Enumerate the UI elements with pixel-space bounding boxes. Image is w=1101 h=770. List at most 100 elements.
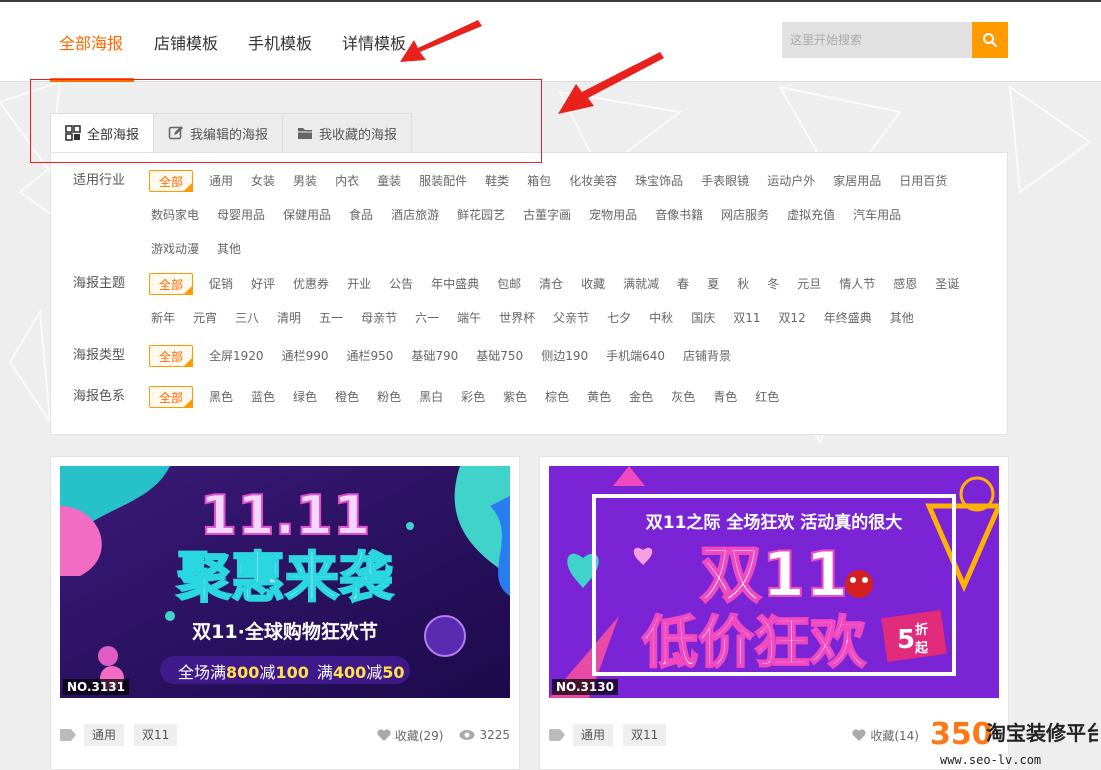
filter-option[interactable]: 鲜花园艺 [455,204,507,226]
filter-option[interactable]: 满就减 [621,273,661,295]
filter-option[interactable]: 童装 [375,170,403,192]
filter-option[interactable]: 珠宝饰品 [633,170,685,192]
filter-option[interactable]: 店铺背景 [681,345,733,367]
filter-option[interactable]: 通栏950 [344,345,395,367]
filter-option[interactable]: 感恩 [891,273,919,295]
favorites-count[interactable]: 收藏(29) [395,727,444,744]
filter-option[interactable]: 基础750 [474,345,525,367]
filter-option[interactable]: 秋 [735,273,751,295]
filter-option[interactable]: 元旦 [795,273,823,295]
filter-option[interactable]: 优惠券 [291,273,331,295]
filter-option[interactable]: 黑白 [417,386,445,408]
nav-tab-detail-templates[interactable]: 详情模板 [342,30,406,54]
filter-option[interactable]: 清明 [275,307,303,329]
filter-option[interactable]: 母婴用品 [215,204,267,226]
poster-thumbnail[interactable]: 11.11 聚惠来袭 双11·全球购物狂欢节 全场满800减100 满400减50… [60,466,510,698]
nav-tab-shop-templates[interactable]: 店铺模板 [154,30,218,54]
filter-option[interactable]: 橙色 [333,386,361,408]
filter-option[interactable]: 父亲节 [551,307,591,329]
filter-option[interactable]: 三八 [233,307,261,329]
filter-option[interactable]: 元宵 [191,307,219,329]
filter-option[interactable]: 包邮 [495,273,523,295]
filter-option[interactable]: 国庆 [689,307,717,329]
filter-option[interactable]: 母亲节 [359,307,399,329]
filter-option[interactable]: 侧边190 [539,345,590,367]
poster-thumbnail[interactable]: 双11之际 全场狂欢 活动真的很大 双11 低价狂欢 5 折 起 NO.3130 [549,466,999,698]
filter-option[interactable]: 酒店旅游 [389,204,441,226]
favorites-count[interactable]: 收藏(14) [870,727,919,744]
filter-option[interactable]: 七夕 [605,307,633,329]
filter-option[interactable]: 金色 [627,386,655,408]
filter-option[interactable]: 圣诞 [933,273,961,295]
filter-option[interactable]: 日用百货 [897,170,949,192]
filter-option[interactable]: 端午 [455,307,483,329]
filter-option[interactable]: 全部 [149,170,194,192]
filter-option[interactable]: 保健用品 [281,204,333,226]
filter-option[interactable]: 通用 [207,170,235,192]
search-button[interactable] [972,22,1008,58]
search-input[interactable] [782,22,972,58]
filter-option[interactable]: 开业 [345,273,373,295]
filter-option[interactable]: 黄色 [585,386,613,408]
filter-option[interactable]: 促销 [207,273,235,295]
filter-option[interactable]: 好评 [249,273,277,295]
tag-chip[interactable]: 通用 [84,724,125,746]
filter-option[interactable]: 化妆美容 [567,170,619,192]
filter-option[interactable]: 鞋类 [483,170,511,192]
filter-option[interactable]: 食品 [347,204,375,226]
heart-icon[interactable] [852,729,866,741]
filter-option[interactable]: 五一 [317,307,345,329]
filter-option[interactable]: 宠物用品 [587,204,639,226]
filter-option[interactable]: 女装 [249,170,277,192]
filter-option[interactable]: 全部 [149,386,194,408]
filter-option[interactable]: 棕色 [543,386,571,408]
filter-option[interactable]: 虚拟充值 [785,204,837,226]
filter-option[interactable]: 音像书籍 [653,204,705,226]
filter-option[interactable]: 男装 [291,170,319,192]
filter-option[interactable]: 双12 [776,307,807,329]
filter-option[interactable]: 双11 [731,307,762,329]
filter-option[interactable]: 新年 [149,307,177,329]
filter-option[interactable]: 收藏 [579,273,607,295]
filter-option[interactable]: 其他 [888,307,916,329]
filter-option[interactable]: 粉色 [375,386,403,408]
filter-option[interactable]: 清仓 [537,273,565,295]
filter-option[interactable]: 手表眼镜 [699,170,751,192]
filter-option[interactable]: 游戏动漫 [149,238,201,260]
filter-option[interactable]: 古董字画 [521,204,573,226]
tag-chip[interactable]: 双11 [134,724,178,746]
filter-option[interactable]: 情人节 [837,273,877,295]
filter-option[interactable]: 全屏1920 [207,345,266,367]
filter-option[interactable]: 通栏990 [280,345,331,367]
heart-icon[interactable] [377,729,391,741]
filter-option[interactable]: 全部 [149,273,194,295]
filter-option[interactable]: 蓝色 [249,386,277,408]
filter-option[interactable]: 红色 [753,386,781,408]
filter-option[interactable]: 家居用品 [831,170,883,192]
filter-option[interactable]: 服装配件 [417,170,469,192]
filter-option[interactable]: 基础790 [409,345,460,367]
filter-option[interactable]: 箱包 [525,170,553,192]
filter-option[interactable]: 绿色 [291,386,319,408]
filter-option[interactable]: 紫色 [501,386,529,408]
filter-option[interactable]: 年终盛典 [822,307,874,329]
tag-chip[interactable]: 双11 [623,724,667,746]
filter-option[interactable]: 春 [675,273,691,295]
filter-option[interactable]: 彩色 [459,386,487,408]
nav-tab-all-posters[interactable]: 全部海报 [59,30,123,54]
tag-chip[interactable]: 通用 [573,724,614,746]
poster-card[interactable]: 11.11 聚惠来袭 双11·全球购物狂欢节 全场满800减100 满400减50… [50,456,520,770]
filter-option[interactable]: 网店服务 [719,204,771,226]
filter-option[interactable]: 冬 [765,273,781,295]
filter-option[interactable]: 灰色 [669,386,697,408]
filter-option[interactable]: 青色 [711,386,739,408]
filter-option[interactable]: 汽车用品 [851,204,903,226]
filter-option[interactable]: 全部 [149,345,194,367]
nav-tab-mobile-templates[interactable]: 手机模板 [248,30,312,54]
filter-option[interactable]: 内衣 [333,170,361,192]
filter-option[interactable]: 数码家电 [149,204,201,226]
filter-option[interactable]: 运动户外 [765,170,817,192]
filter-option[interactable]: 中秋 [647,307,675,329]
filter-option[interactable]: 世界杯 [497,307,537,329]
filter-option[interactable]: 夏 [705,273,721,295]
